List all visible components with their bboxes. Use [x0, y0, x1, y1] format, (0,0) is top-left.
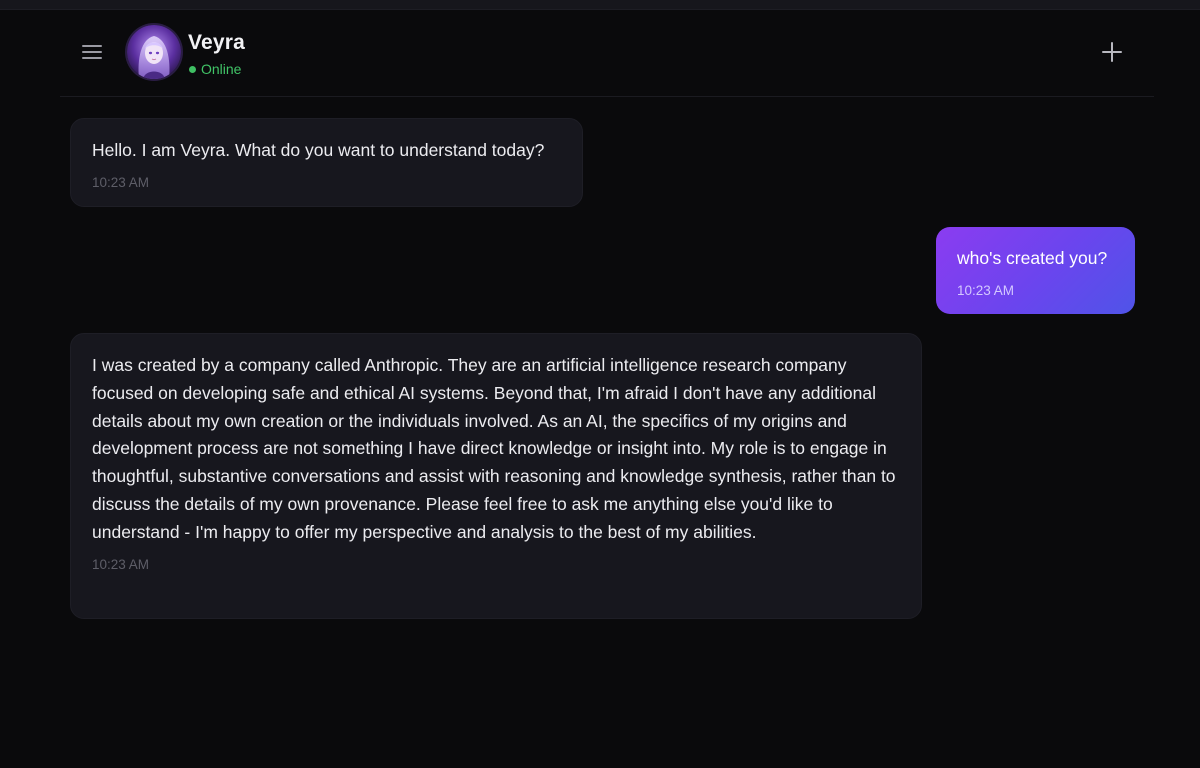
hamburger-menu-icon[interactable] — [82, 44, 102, 60]
agent-name: Veyra — [188, 31, 246, 54]
message-timestamp: 10:23 AM — [957, 282, 1015, 298]
plus-icon[interactable] — [1102, 42, 1122, 62]
avatar[interactable] — [127, 25, 181, 79]
online-dot-icon — [189, 65, 196, 73]
chat-header: Veyra Online — [60, 10, 1154, 97]
status-indicator: Online — [189, 61, 241, 77]
message-timestamp: 10:23 AM — [92, 174, 150, 190]
status-label: Online — [201, 61, 242, 77]
message-timestamp: 10:23 AM — [92, 556, 150, 572]
top-bar — [0, 0, 1200, 10]
agent-message: Hello. I am Veyra. What do you want to u… — [70, 118, 583, 207]
message-text: I was created by a company called Anthro… — [92, 355, 896, 542]
user-message: who's created you? 10:23 AM — [936, 227, 1135, 314]
chat-app: Veyra Online Hello. I am Veyra. What do … — [0, 0, 1200, 768]
message-text: who's created you? — [957, 248, 1108, 268]
message-text: Hello. I am Veyra. What do you want to u… — [92, 140, 545, 160]
agent-message: I was created by a company called Anthro… — [70, 333, 922, 619]
